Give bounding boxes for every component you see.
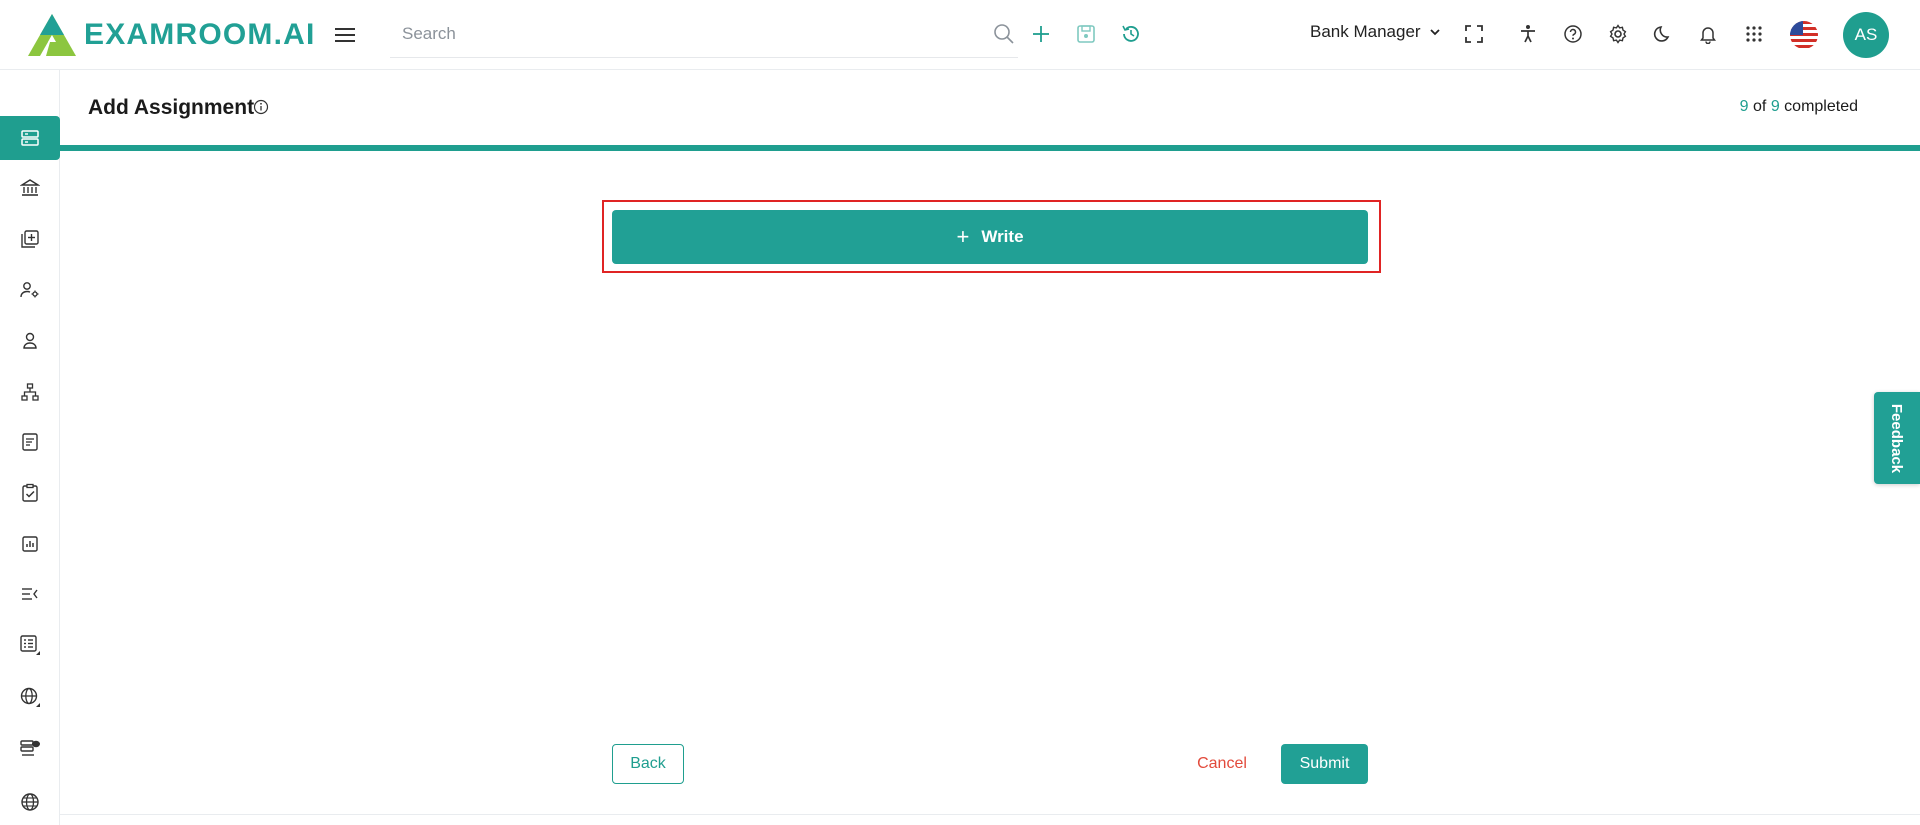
avatar-initials: AS [1854, 25, 1878, 44]
submit-button-label: Submit [1299, 755, 1350, 772]
sidebar-item-add-library[interactable] [0, 217, 60, 261]
apps-button[interactable] [1740, 20, 1768, 48]
form-icon [22, 433, 38, 451]
feedback-tab[interactable]: Feedback [1874, 392, 1920, 484]
plus-icon: + [956, 224, 970, 249]
search-input[interactable] [390, 14, 950, 54]
top-bar: EXAMROOM.AI Bank Manager [0, 0, 1920, 70]
hierarchy-icon [21, 383, 39, 401]
search-button[interactable] [990, 20, 1018, 48]
moon-icon [1653, 26, 1670, 42]
avatar[interactable]: AS [1843, 12, 1889, 58]
settings-icon [1609, 24, 1627, 44]
write-button-label: Write [981, 227, 1024, 246]
sidebar-item-globe[interactable] [0, 780, 60, 824]
sidebar-item-list[interactable] [0, 623, 60, 667]
page-title: Add Assignment [88, 96, 255, 119]
sidebar-item-hierarchy[interactable] [0, 370, 60, 414]
add-button[interactable] [1027, 20, 1055, 48]
user-settings-icon [20, 282, 39, 298]
progress-done: 9 [1739, 98, 1749, 115]
sidebar-item-forms[interactable] [0, 420, 60, 464]
hamburger-icon [335, 28, 355, 42]
report-icon [22, 536, 38, 552]
submit-button[interactable]: Submit [1281, 744, 1368, 784]
progress-bar-fill [60, 145, 1920, 151]
language-selector[interactable] [1790, 21, 1818, 49]
cancel-button[interactable]: Cancel [1188, 744, 1256, 784]
search-bar [390, 14, 1018, 58]
dark-mode-button[interactable] [1649, 20, 1677, 48]
role-dropdown[interactable]: Bank Manager [1310, 22, 1441, 42]
fullscreen-icon [1465, 25, 1483, 43]
sidebar-item-menu-collapse[interactable] [0, 572, 60, 616]
accessibility-icon [1521, 25, 1535, 43]
add-library-icon [21, 230, 39, 248]
cancel-button-label: Cancel [1197, 755, 1247, 772]
footer-divider [60, 814, 1920, 815]
info-button[interactable] [253, 99, 273, 119]
back-button-label: Back [630, 755, 666, 772]
checklist-icon [22, 483, 38, 502]
sidebar-item-candidates[interactable] [0, 319, 60, 363]
feedback-label: Feedback [1888, 403, 1906, 473]
logo-mark-icon [28, 14, 76, 56]
progress-of: of [1753, 98, 1767, 115]
dashboard-icon [21, 130, 39, 146]
save-icon [1077, 25, 1095, 43]
sidebar-item-global-settings[interactable] [0, 675, 60, 719]
settings-button[interactable] [1604, 20, 1632, 48]
sidebar-item-user-settings[interactable] [0, 268, 60, 312]
globe-settings-icon [20, 687, 40, 707]
sidebar [0, 70, 60, 825]
accessibility-button[interactable] [1514, 20, 1542, 48]
fullscreen-button[interactable] [1460, 20, 1488, 48]
role-label: Bank Manager [1310, 22, 1421, 41]
candidate-icon [23, 332, 37, 349]
sidebar-item-checklist[interactable] [0, 471, 60, 515]
progress-status: 9 of 9 completed [1740, 98, 1858, 116]
plus-icon [1033, 26, 1049, 42]
bell-icon [1700, 27, 1716, 44]
history-button[interactable] [1117, 20, 1145, 48]
history-icon [1122, 25, 1139, 42]
write-button[interactable]: + Write [612, 210, 1368, 264]
save-button[interactable] [1072, 20, 1100, 48]
info-icon [253, 99, 269, 115]
sidebar-item-server-chat[interactable] [0, 727, 60, 771]
menu-collapse-icon [22, 588, 38, 600]
logo-text: EXAMROOM.AI [84, 18, 316, 51]
sidebar-item-bank[interactable] [0, 166, 60, 210]
page-header: Add Assignment 9 of 9 completed [60, 70, 1920, 148]
us-flag-icon [1790, 21, 1818, 49]
logo[interactable]: EXAMROOM.AI [26, 12, 316, 58]
progress-total: 9 [1770, 98, 1780, 115]
bank-icon [20, 179, 40, 196]
list-icon [20, 635, 40, 655]
progress-bar [60, 145, 1920, 151]
globe-icon [21, 793, 39, 811]
sidebar-item-dashboard[interactable] [0, 116, 60, 160]
back-button[interactable]: Back [612, 744, 684, 784]
search-icon [994, 24, 1014, 44]
chevron-down-icon [1429, 29, 1440, 36]
menu-toggle-button[interactable] [332, 22, 358, 48]
sidebar-item-reports[interactable] [0, 522, 60, 566]
help-button[interactable] [1559, 20, 1587, 48]
apps-grid-icon [1746, 26, 1762, 42]
progress-suffix: completed [1784, 98, 1858, 115]
notifications-button[interactable] [1694, 20, 1722, 48]
server-chat-icon [20, 740, 40, 756]
help-icon [1564, 25, 1582, 43]
